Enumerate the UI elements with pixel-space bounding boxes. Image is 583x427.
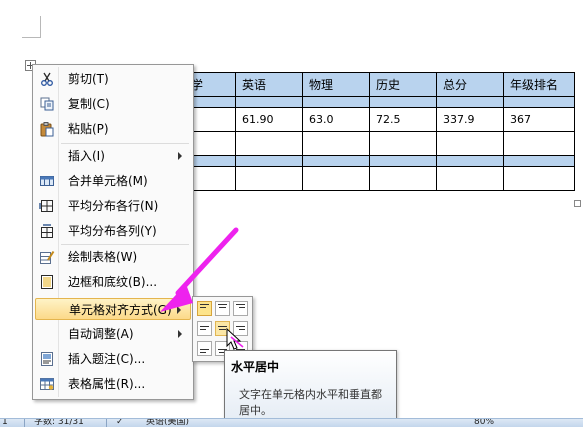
align-top-right-button[interactable]: [233, 301, 248, 316]
table-cell[interactable]: 年级排名: [503, 72, 575, 97]
table-cell[interactable]: [436, 155, 504, 167]
table-cell[interactable]: 总分: [436, 72, 504, 97]
table-cell[interactable]: 337.9: [436, 107, 504, 132]
menu-item-insert-caption[interactable]: 插入题注(C)...: [35, 348, 191, 370]
align-middle-right-button[interactable]: [233, 321, 248, 336]
menu-item-draw-table[interactable]: 绘制表格(W): [35, 246, 191, 268]
distribute-columns-icon: [39, 223, 55, 239]
table-cell[interactable]: [503, 155, 575, 167]
table-cell[interactable]: [302, 166, 370, 191]
table-cell[interactable]: [235, 131, 303, 156]
tooltip-description: 文字在单元格内水平和垂直都居中。: [239, 388, 382, 417]
menu-item-distribute-rows[interactable]: 平均分布各行(N): [35, 195, 191, 217]
table-cell[interactable]: [436, 166, 504, 191]
draw-table-icon: [39, 249, 55, 265]
table-cell[interactable]: [302, 131, 370, 156]
align-bottom-left-button[interactable]: [197, 341, 212, 356]
menu-item-autofit[interactable]: 自动调整(A): [35, 323, 191, 345]
table-cell[interactable]: 英语: [235, 72, 303, 97]
copy-icon: [39, 96, 55, 112]
merge-cells-icon: [39, 173, 55, 189]
menu-item-table-properties[interactable]: 表格属性(R)...: [35, 373, 191, 395]
table-cell[interactable]: [503, 96, 575, 108]
submenu-arrow-icon: [178, 330, 182, 338]
borders-shading-icon: [39, 274, 55, 290]
table-cell[interactable]: 61.90: [235, 107, 303, 132]
table-cell[interactable]: 367: [503, 107, 575, 132]
table-cell[interactable]: [369, 166, 437, 191]
submenu-arrow-icon: [178, 152, 182, 160]
table-cell[interactable]: [436, 96, 504, 108]
table-cell[interactable]: 63.0: [302, 107, 370, 132]
menu-item-distribute-columns[interactable]: 平均分布各列(Y): [35, 220, 191, 242]
menu-separator: [61, 143, 189, 144]
align-top-left-button[interactable]: [197, 301, 212, 316]
menu-item-paste[interactable]: 粘贴(P): [35, 118, 191, 140]
alignment-tooltip: 水平居中 文字在单元格内水平和垂直都居中。: [224, 350, 397, 420]
context-menu: 剪切(T) 复制(C) 粘贴(P) 插入(I) 合并单元格(M) 平均分布各行(…: [32, 64, 194, 400]
table-cell[interactable]: 历史: [369, 72, 437, 97]
table-cell[interactable]: [235, 96, 303, 108]
table-cell[interactable]: [302, 96, 370, 108]
menu-item-cut[interactable]: 剪切(T): [35, 68, 191, 90]
menu-item-copy[interactable]: 复制(C): [35, 93, 191, 115]
distribute-rows-icon: [39, 198, 55, 214]
tooltip-title: 水平居中: [231, 360, 280, 374]
table-cell[interactable]: 物理: [302, 72, 370, 97]
align-middle-center-button[interactable]: [215, 321, 230, 336]
table-resize-handle[interactable]: [574, 200, 581, 207]
align-middle-left-button[interactable]: [197, 321, 212, 336]
scissors-icon: [39, 71, 55, 87]
table-cell[interactable]: [235, 155, 303, 167]
menu-item-borders-shading[interactable]: 边框和底纹(B)...: [35, 271, 191, 293]
table-cell[interactable]: [369, 96, 437, 108]
table-cell[interactable]: [503, 166, 575, 191]
table-cell[interactable]: 72.5: [369, 107, 437, 132]
table-cell[interactable]: [369, 155, 437, 167]
table-cell[interactable]: [436, 131, 504, 156]
table-cell[interactable]: [503, 131, 575, 156]
menu-item-merge-cells[interactable]: 合并单元格(M): [35, 170, 191, 192]
table-cell[interactable]: [302, 155, 370, 167]
menu-separator: [61, 244, 189, 245]
paste-icon: [39, 121, 55, 137]
table-cell[interactable]: [369, 131, 437, 156]
menu-item-cell-alignment[interactable]: 单元格对齐方式(G): [35, 298, 191, 320]
menu-item-insert[interactable]: 插入(I): [35, 145, 191, 167]
insert-caption-icon: [39, 351, 55, 367]
table-properties-icon: [39, 376, 55, 392]
align-top-center-button[interactable]: [215, 301, 230, 316]
submenu-arrow-icon: [177, 306, 181, 314]
table-cell[interactable]: [235, 166, 303, 191]
